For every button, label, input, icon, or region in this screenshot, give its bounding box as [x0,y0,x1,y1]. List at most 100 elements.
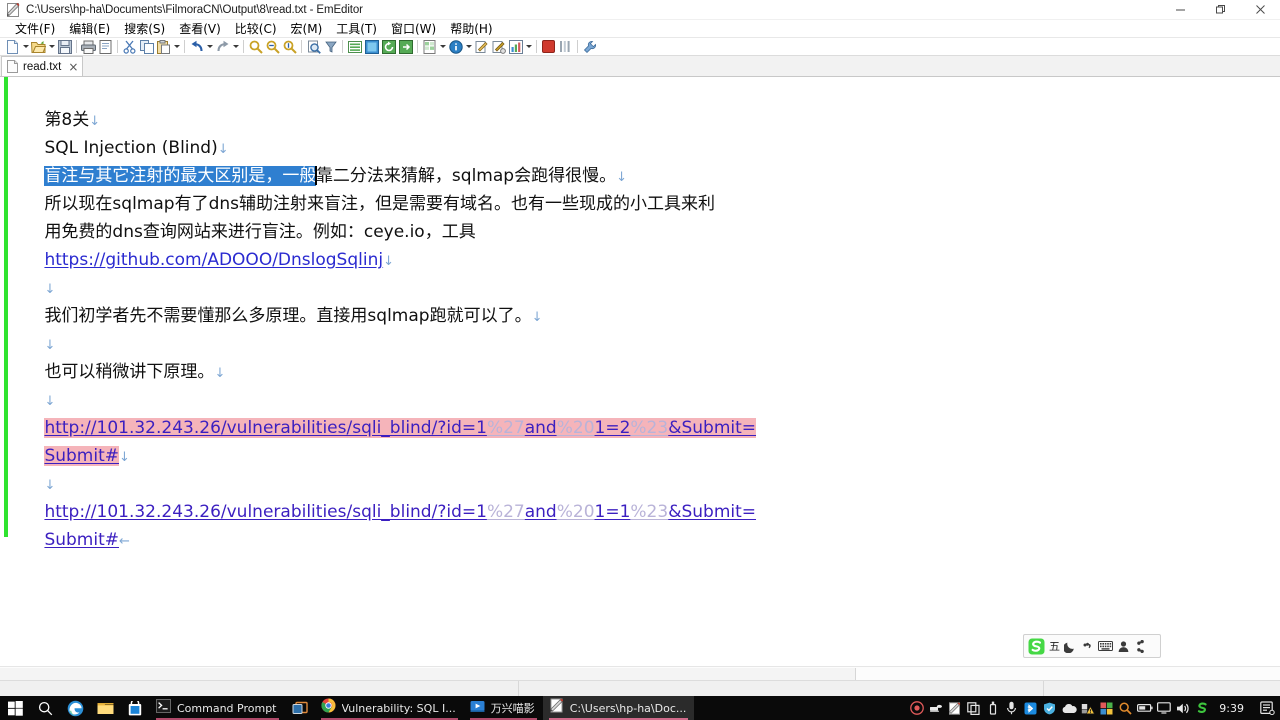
export-icon[interactable] [397,39,414,55]
find-next-icon[interactable] [264,39,281,55]
wrap-icon[interactable] [346,39,363,55]
paste-icon[interactable] [155,39,172,55]
insert-mode-icon[interactable] [363,39,380,55]
editor-line-url-wrap[interactable]: Submit#← [12,498,1280,550]
close-button[interactable] [1240,0,1280,20]
store-icon[interactable] [120,696,150,720]
microphone-icon[interactable] [1002,696,1021,720]
cut-icon[interactable] [121,39,138,55]
new-file-icon[interactable] [4,39,21,55]
restore-button[interactable] [1200,0,1240,20]
editor-line[interactable]: SQL Injection (Blind)↓ [12,106,1280,158]
undo-dropdown-icon[interactable] [205,45,214,48]
clipboard-icon[interactable] [964,696,983,720]
macro-edit-icon[interactable] [490,39,507,55]
moon-icon[interactable] [1064,636,1077,656]
text-editor[interactable]: 第8关↓ SQL Injection (Blind)↓ 盲注与其它注射的最大区别… [0,77,1280,666]
task-view-icon[interactable] [285,696,315,720]
usb-icon[interactable] [983,696,1002,720]
redo-dropdown-icon[interactable] [231,45,240,48]
start-icon[interactable] [0,696,30,720]
edge-icon[interactable] [60,696,90,720]
record-icon[interactable] [907,696,926,720]
info-dropdown-icon[interactable] [464,45,473,48]
menu-help[interactable]: 帮助(H) [443,20,499,38]
menu-view[interactable]: 查看(V) [172,20,228,38]
open-file-dropdown-icon[interactable] [47,45,56,48]
close-icon[interactable]: × [68,61,78,73]
open-file-icon[interactable] [30,39,47,55]
chart-icon[interactable] [507,39,524,55]
notification-icon[interactable] [1254,696,1280,720]
display-icon[interactable] [1154,696,1173,720]
filter-icon[interactable] [322,39,339,55]
macro-run-icon[interactable] [473,39,490,55]
csv-icon[interactable] [421,39,438,55]
editor-line-empty[interactable]: ↓ [12,442,1280,493]
minimize-button[interactable] [1160,0,1200,20]
editor-line-empty[interactable]: ↓ [12,246,1280,297]
editor-line-empty[interactable]: ↓ [12,358,1280,409]
apps-icon[interactable] [1097,696,1116,720]
horizontal-scrollbar-thumb[interactable] [0,668,856,680]
new-file-dropdown-icon[interactable] [21,45,30,48]
taskbar-clock[interactable]: 9:39 [1211,702,1254,715]
refresh-icon[interactable] [380,39,397,55]
menu-search[interactable]: 搜索(S) [117,20,172,38]
stop-icon[interactable] [540,39,557,55]
soft-keyboard-icon[interactable] [1098,636,1113,656]
network-warning-icon[interactable] [1078,696,1097,720]
editor-line-empty[interactable]: ↓ [12,302,1280,353]
editor-line[interactable]: 第8关↓ [12,78,1280,130]
menu-compare[interactable]: 比较(C) [228,20,284,38]
menu-file[interactable]: 文件(F) [8,20,62,38]
customize-icon[interactable] [581,39,598,55]
menu-edit[interactable]: 编辑(E) [62,20,117,38]
battery-icon[interactable] [1135,696,1154,720]
taskbar-item-chrome[interactable]: Vulnerability: SQL I... [315,696,464,720]
find-icon[interactable] [247,39,264,55]
copy-icon[interactable] [138,39,155,55]
search-icon[interactable] [30,696,60,720]
print-preview-icon[interactable] [97,39,114,55]
editor-line-selected[interactable]: 盲注与其它注射的最大区别是，一般靠二分法来猜解，sqlmap会跑得很慢。↓ [12,134,1280,186]
ime-mode-label[interactable]: 五 [1049,638,1060,654]
editor-line-url[interactable]: http://101.32.243.26/vulnerabilities/sql… [12,470,1280,522]
tab-read-txt[interactable]: read.txt × [1,56,84,76]
save-file-icon[interactable] [56,39,73,55]
editor-line-url-highlighted[interactable]: http://101.32.243.26/vulnerabilities/sql… [12,386,1280,438]
undo-icon[interactable] [188,39,205,55]
punctuation-icon[interactable] [1081,636,1094,656]
editor-line[interactable]: 用免费的dns查询网站来进行盲注。例如：ceye.io，工具 [12,190,1280,242]
user-icon[interactable] [1117,636,1130,656]
menu-window[interactable]: 窗口(W) [384,20,443,38]
volume-icon[interactable] [1173,696,1192,720]
columns-icon[interactable] [557,39,574,55]
sogou-ime-toolbar[interactable]: 五 [1023,634,1161,658]
menu-tools[interactable]: 工具(T) [329,20,384,38]
editor-line[interactable]: https://github.com/ADOOO/DnslogSqlinj↓ [12,218,1280,270]
menu-macro[interactable]: 宏(M) [284,20,330,38]
print-icon[interactable] [80,39,97,55]
csv-dropdown-icon[interactable] [438,45,447,48]
toolbox-icon[interactable] [1134,636,1147,656]
taskbar-item-emeditor[interactable]: C:\Users\hp-ha\Doc... [542,696,695,720]
paste-dropdown-icon[interactable] [172,45,181,48]
find-in-files-icon[interactable] [305,39,322,55]
taskbar-item-filmora[interactable]: 万兴喵影 [464,696,543,720]
sogou-logo-icon[interactable] [1028,636,1045,656]
horizontal-scrollbar[interactable] [0,666,1280,680]
find-prev-icon[interactable] [281,39,298,55]
search-tray-icon[interactable] [1116,696,1135,720]
url-2-wrap[interactable]: Submit# [44,530,119,550]
editor-line[interactable]: 我们初学者先不需要懂那么多原理。直接用sqlmap跑就可以了。↓ [12,274,1280,326]
editor-line[interactable]: 也可以稍微讲下原理。↓ [12,330,1280,382]
redo-icon[interactable] [214,39,231,55]
editor-line-url-wrap[interactable]: Submit#↓ [12,414,1280,466]
chart-dropdown-icon[interactable] [524,45,533,48]
onedrive-icon[interactable] [1059,696,1078,720]
file-explorer-icon[interactable] [90,696,120,720]
editor-line[interactable]: 所以现在sqlmap有了dns辅助注射来盲注，但是需要有域名。也有一些现成的小工… [12,162,1280,214]
sogou-tray-icon[interactable] [1192,696,1211,720]
emeditor-tray-icon[interactable] [945,696,964,720]
